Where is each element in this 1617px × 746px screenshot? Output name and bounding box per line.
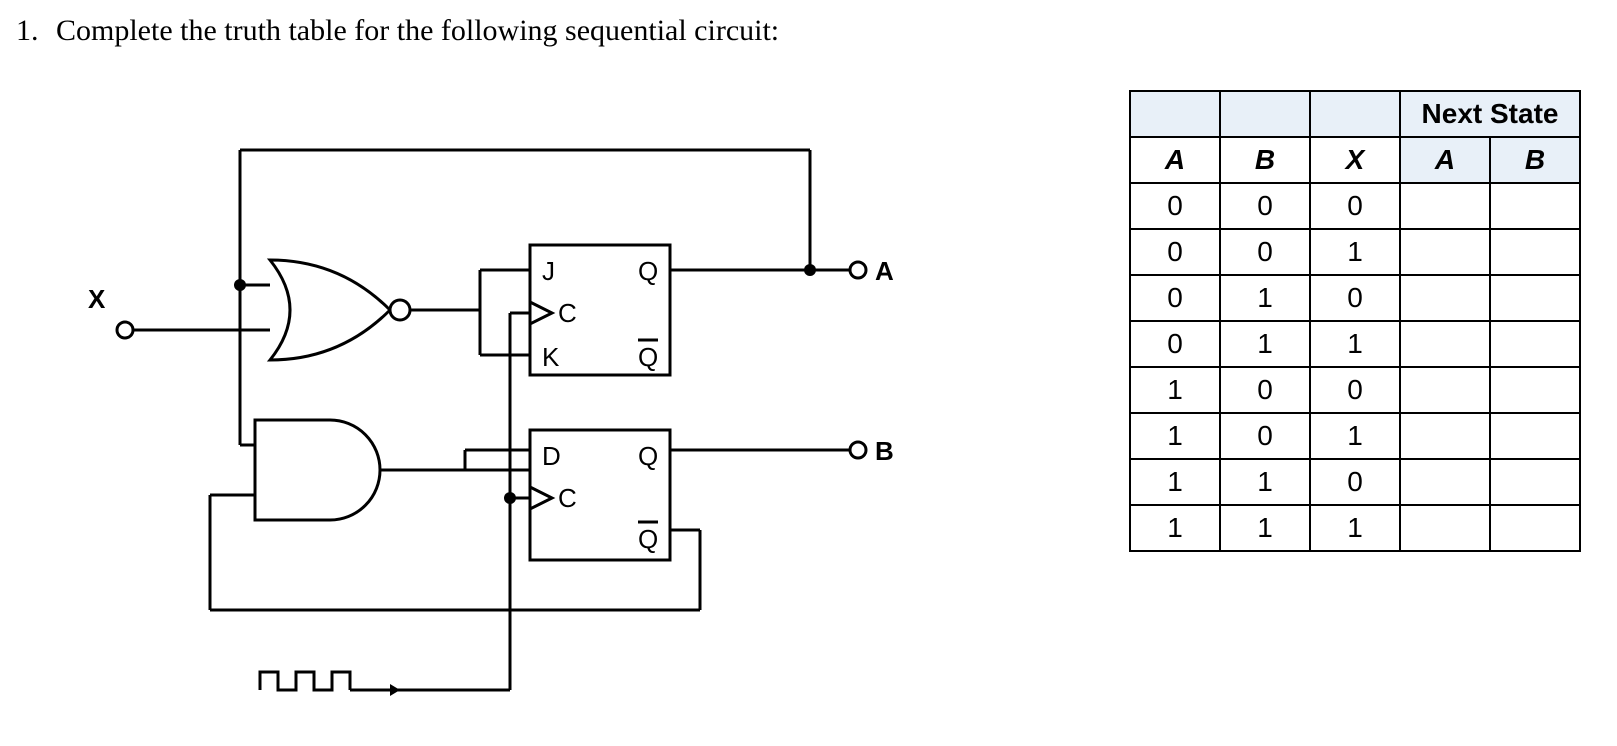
cell-next-a[interactable] [1400, 229, 1490, 275]
junction-clock [504, 492, 516, 504]
cell-next-a[interactable] [1400, 367, 1490, 413]
svg-text:Q: Q [638, 524, 658, 554]
question-prompt: 1. Complete the truth table for the foll… [16, 14, 779, 48]
clock-icon [260, 672, 400, 696]
cell-next-b[interactable] [1490, 321, 1580, 367]
cell-a: 0 [1130, 321, 1220, 367]
col-header-b: B [1220, 137, 1310, 183]
cell-b: 1 [1220, 505, 1310, 551]
svg-text:D: D [542, 441, 561, 471]
cell-b: 0 [1220, 183, 1310, 229]
cell-next-a[interactable] [1400, 321, 1490, 367]
col-header-next-a: A [1400, 137, 1490, 183]
cell-x: 1 [1310, 505, 1400, 551]
cell-a: 1 [1130, 367, 1220, 413]
svg-text:Q: Q [638, 342, 658, 372]
cell-x: 0 [1310, 275, 1400, 321]
cell-a: 1 [1130, 459, 1220, 505]
next-state-header: Next State [1400, 91, 1580, 137]
cell-a: 0 [1130, 229, 1220, 275]
cell-next-a[interactable] [1400, 505, 1490, 551]
svg-text:C: C [558, 298, 577, 328]
table-row: 0 0 0 [1130, 183, 1580, 229]
cell-next-b[interactable] [1490, 505, 1580, 551]
table-row: 0 1 0 [1130, 275, 1580, 321]
col-header-a: A [1130, 137, 1220, 183]
input-x-label: X [88, 284, 106, 314]
cell-next-b[interactable] [1490, 183, 1580, 229]
truth-table: Next State A B X A B 0 0 0 [1129, 90, 1581, 552]
d-flipflop: D Q C Q [530, 430, 670, 560]
table-row: 1 0 1 [1130, 413, 1580, 459]
cell-a: 1 [1130, 505, 1220, 551]
cell-next-a[interactable] [1400, 459, 1490, 505]
cell-b: 1 [1220, 459, 1310, 505]
output-b-terminal [850, 442, 866, 458]
svg-text:Q: Q [638, 256, 658, 286]
cell-x: 0 [1310, 459, 1400, 505]
table-row: 1 0 0 [1130, 367, 1580, 413]
and-gate-icon [255, 420, 380, 520]
output-b-label: B [875, 436, 894, 466]
truth-table-body: 0 0 0 0 0 1 0 1 0 [1130, 183, 1580, 551]
cell-x: 0 [1310, 367, 1400, 413]
circuit-diagram: X [70, 110, 940, 730]
page: 1. Complete the truth table for the foll… [0, 0, 1617, 746]
input-x-terminal [117, 322, 133, 338]
cell-x: 1 [1310, 229, 1400, 275]
cell-a: 0 [1130, 275, 1220, 321]
cell-next-a[interactable] [1400, 413, 1490, 459]
jk-flipflop: J Q C K Q [530, 245, 670, 375]
table-row: 0 0 1 [1130, 229, 1580, 275]
output-a-label: A [875, 256, 894, 286]
cell-a: 1 [1130, 413, 1220, 459]
cell-b: 1 [1220, 275, 1310, 321]
cell-next-b[interactable] [1490, 413, 1580, 459]
table-row: 1 1 0 [1130, 459, 1580, 505]
cell-x: 1 [1310, 413, 1400, 459]
table-row: 1 1 1 [1130, 505, 1580, 551]
circuit-svg: X [70, 110, 940, 730]
cell-b: 0 [1220, 367, 1310, 413]
question-text: Complete the truth table for the followi… [56, 14, 779, 47]
cell-next-b[interactable] [1490, 367, 1580, 413]
svg-text:C: C [558, 483, 577, 513]
cell-b: 0 [1220, 413, 1310, 459]
nor-gate-icon [270, 260, 410, 360]
svg-text:J: J [542, 256, 555, 286]
col-header-next-b: B [1490, 137, 1580, 183]
cell-next-b[interactable] [1490, 229, 1580, 275]
cell-x: 0 [1310, 183, 1400, 229]
cell-next-b[interactable] [1490, 275, 1580, 321]
cell-b: 0 [1220, 229, 1310, 275]
svg-text:K: K [542, 342, 560, 372]
question-number: 1. [16, 14, 39, 47]
cell-x: 1 [1310, 321, 1400, 367]
cell-b: 1 [1220, 321, 1310, 367]
cell-next-a[interactable] [1400, 275, 1490, 321]
cell-next-b[interactable] [1490, 459, 1580, 505]
output-a-terminal [850, 262, 866, 278]
cell-next-a[interactable] [1400, 183, 1490, 229]
svg-text:Q: Q [638, 441, 658, 471]
table-row: 0 1 1 [1130, 321, 1580, 367]
col-header-x: X [1310, 137, 1400, 183]
cell-a: 0 [1130, 183, 1220, 229]
